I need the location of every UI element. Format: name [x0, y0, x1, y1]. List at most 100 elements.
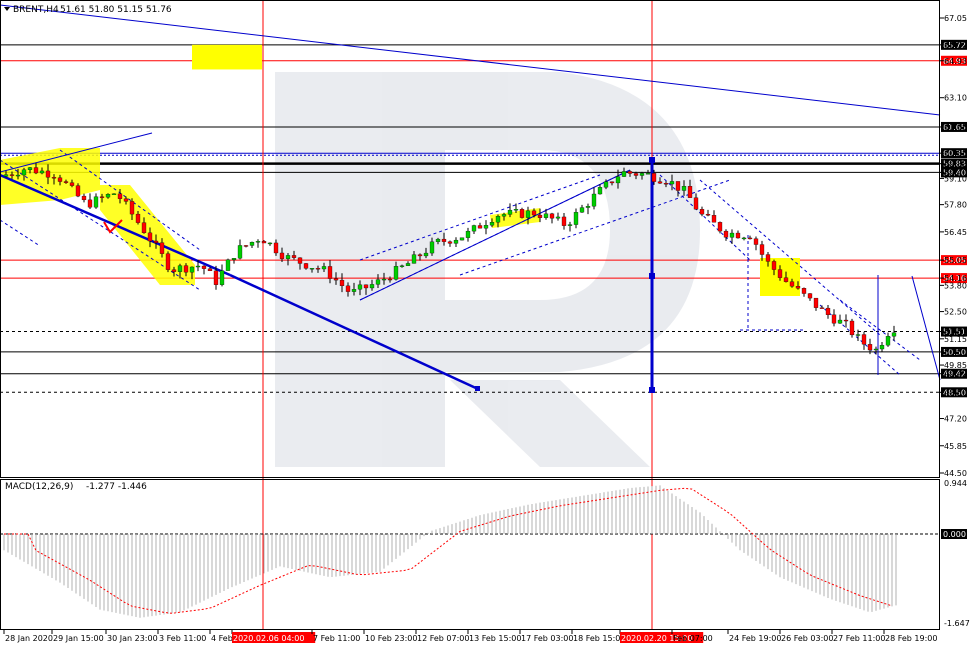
- candle-body: [303, 263, 309, 269]
- candle-body: [495, 216, 501, 223]
- candle-body: [477, 225, 483, 229]
- candle-body: [219, 270, 225, 285]
- candle-body: [645, 173, 651, 175]
- candle-body: [243, 245, 249, 247]
- price-tick-label: 61.65: [944, 123, 967, 132]
- chart-window[interactable]: 65.72 64.93 61.65 60.35 59.83 59.40 55.05 54.16…: [0, 0, 973, 648]
- time-tick-label: 27 Feb 11:00: [833, 634, 885, 643]
- candle-body: [771, 261, 777, 270]
- candle-body: [195, 265, 201, 268]
- candle-body: [525, 210, 531, 218]
- price-tick-label: 44.50: [944, 469, 967, 478]
- candle-body: [663, 183, 669, 185]
- time-tick-label: 3 Feb 11:00: [159, 634, 206, 643]
- time-tick-label: 13 Feb 15:00: [469, 634, 521, 643]
- macd-zero-label: 0.000: [943, 530, 966, 539]
- candle-body: [297, 257, 303, 264]
- candle-body: [15, 174, 21, 177]
- candle-body: [255, 241, 261, 243]
- macd-values: -1.277 -1.446: [86, 482, 147, 492]
- highlight-box: [192, 44, 262, 70]
- time-tick-label: 17 Feb 03:00: [521, 634, 573, 643]
- candle-body: [873, 348, 879, 351]
- time-tick-label: 28 Jan 2020: [5, 634, 53, 643]
- candle-body: [513, 209, 519, 211]
- candle-body: [699, 209, 705, 215]
- time-tick-label: 4 Feb: [211, 634, 233, 643]
- candle-body: [801, 288, 807, 294]
- time-tick-label: 29 Jan 15:00: [53, 634, 104, 643]
- candle-body: [381, 278, 387, 281]
- candle-body: [105, 194, 111, 198]
- time-tick-label: 26 Feb 03:00: [781, 634, 833, 643]
- candle-body: [459, 237, 465, 241]
- price-tick-label: 45.85: [944, 442, 967, 451]
- candle-body: [621, 171, 627, 177]
- candle-body: [441, 238, 447, 242]
- candle-body: [813, 297, 819, 308]
- candle-body: [315, 268, 321, 270]
- price-axis: 67.0565.7264.9363.1061.6560.3559.8359.40…: [940, 14, 967, 478]
- candle-body: [273, 242, 279, 254]
- candle-body: [129, 201, 135, 215]
- candle-body: [861, 334, 867, 345]
- candle-body: [135, 213, 141, 223]
- price-tick-label: 65.72: [944, 41, 967, 50]
- macd-axis-label: 0.944: [944, 479, 967, 488]
- candle-body: [597, 187, 603, 195]
- candle-body: [651, 173, 657, 182]
- candle-body: [39, 170, 45, 174]
- candle-body: [207, 268, 213, 272]
- candle-body: [483, 225, 489, 229]
- price-tick-label: 48.50: [944, 388, 967, 397]
- candle-body: [843, 319, 849, 322]
- candle-body: [201, 265, 207, 269]
- trend-endpoint: [475, 386, 480, 391]
- candle-body: [561, 216, 567, 226]
- chart-svg[interactable]: 65.7264.9361.6560.3559.8359.4055.0554.16…: [0, 0, 973, 648]
- candle-body: [885, 336, 891, 346]
- candle-body: [51, 177, 57, 179]
- candle-body: [717, 222, 723, 232]
- candle-body: [447, 241, 453, 244]
- candle-body: [891, 332, 897, 337]
- candle-body: [141, 222, 147, 234]
- price-tick-label: 49.42: [944, 370, 967, 379]
- candle-body: [879, 345, 885, 350]
- candle-body: [489, 222, 495, 226]
- candle-body: [111, 193, 117, 195]
- candle-body: [537, 214, 543, 218]
- candle-body: [327, 266, 333, 279]
- time-tick-label: 2020.02.06 04:00: [233, 634, 304, 643]
- candle-body: [399, 265, 405, 267]
- time-tick-label: 30 Jan 23:00: [107, 634, 158, 643]
- candle-body: [69, 182, 75, 186]
- candle-body: [117, 193, 123, 199]
- candle-body: [519, 209, 525, 218]
- candle-body: [75, 185, 81, 197]
- candle-body: [795, 286, 801, 289]
- price-tick-label: 64.93: [944, 57, 967, 66]
- candle-body: [183, 265, 189, 273]
- candle-body: [471, 225, 477, 232]
- candle-body: [99, 196, 105, 198]
- candle-body: [45, 170, 51, 178]
- time-axis: 28 Jan 2020 29 Jan 15:00 30 Jan 23:00 3 Feb…: [3, 630, 937, 643]
- candle-body: [627, 171, 633, 174]
- time-tick-label: 10 Feb 23:00: [365, 634, 417, 643]
- candle-body: [285, 255, 291, 259]
- candle-body: [681, 186, 687, 191]
- candle-body: [249, 241, 255, 246]
- price-tick-label: 50.50: [944, 348, 967, 357]
- candle-body: [87, 199, 93, 208]
- candle-body: [849, 320, 855, 336]
- candle-body: [729, 232, 735, 238]
- candle-body: [783, 277, 789, 282]
- candle-body: [549, 213, 555, 219]
- candle-body: [33, 167, 39, 174]
- candle-body: [819, 307, 825, 309]
- price-tick-label: 57.80: [944, 201, 967, 210]
- projection-node: [649, 157, 655, 163]
- candle-body: [171, 269, 177, 272]
- candle-body: [435, 238, 441, 242]
